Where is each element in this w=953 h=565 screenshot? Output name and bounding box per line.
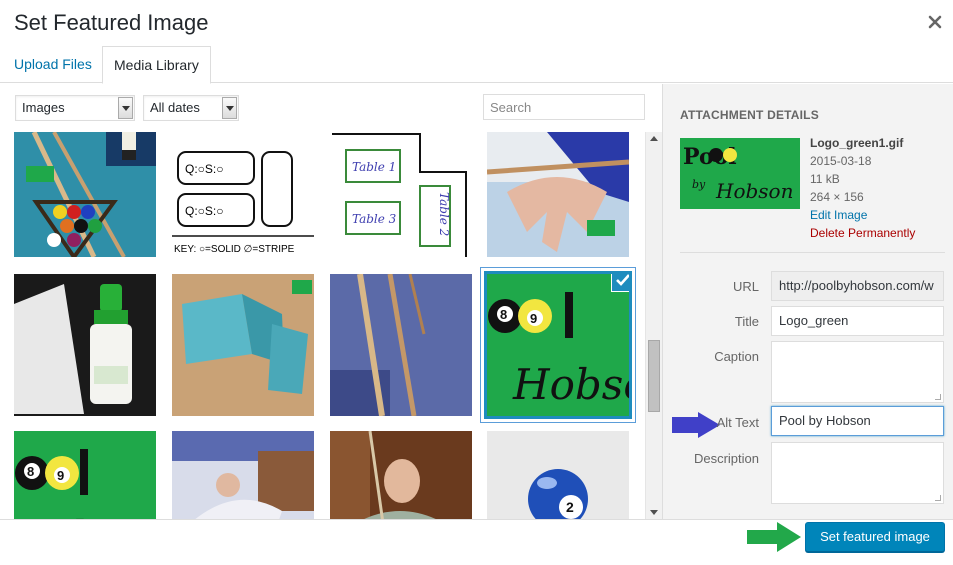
description-field[interactable] — [771, 442, 944, 504]
alt-text-label: Alt Text — [716, 415, 759, 430]
close-icon[interactable] — [925, 12, 945, 32]
pool-by-hobson-logo: 8 9 Hobson — [14, 431, 156, 519]
table-1-label: Table 1 — [352, 160, 396, 174]
two-ball-image: 2 — [487, 431, 629, 519]
table-3-label: Table 3 — [352, 212, 397, 226]
divider — [680, 252, 945, 253]
hand-glove-photo — [487, 132, 629, 257]
chevron-down-icon — [118, 97, 133, 119]
attachment-thumbnail[interactable] — [172, 431, 314, 519]
scroll-down-icon[interactable] — [646, 505, 662, 519]
ball-number: 2 — [566, 499, 574, 515]
attachment-dimensions: 264 × 156 — [810, 190, 864, 204]
pool-rack-photo — [14, 132, 156, 257]
player-photo — [172, 431, 314, 519]
media-type-select[interactable]: Images — [15, 95, 135, 121]
attachment-thumbnail[interactable] — [487, 132, 629, 257]
attachment-thumbnail[interactable]: 8 9 Hobson — [14, 431, 156, 519]
attachment-details-heading: ATTACHMENT DETAILS — [680, 108, 819, 122]
chalk-boxes-photo — [172, 274, 314, 416]
logo-script: Hobson — [715, 179, 793, 203]
media-grid-scrollbar[interactable] — [645, 132, 662, 519]
caption-label: Caption — [714, 349, 759, 364]
nine-ball-number: 9 — [530, 311, 537, 326]
selected-check-icon[interactable] — [611, 274, 629, 292]
nine-ball-number: 9 — [57, 468, 64, 483]
modal-title: Set Featured Image — [14, 10, 209, 35]
media-type-selected: Images — [22, 100, 65, 115]
attachment-thumbnail[interactable] — [330, 431, 472, 519]
date-filter-select[interactable]: All dates — [143, 95, 239, 121]
scroll-up-icon[interactable] — [646, 132, 662, 146]
attachment-thumbnail[interactable]: Table 1 Table 3 Table 2 — [330, 132, 472, 257]
attachment-thumbnail[interactable]: Q:○S:○ Q:○S:○ KEY: ○=SOLID ∅=STRIPE — [172, 132, 314, 257]
resize-handle-icon[interactable] — [935, 394, 941, 400]
table-2-label: Table 2 — [437, 192, 451, 236]
description-label: Description — [693, 451, 759, 466]
eight-ball-number: 8 — [27, 464, 34, 479]
table-layout-image: Table 1 Table 3 Table 2 — [330, 132, 472, 257]
diagram-row-label: Q:○S:○ — [185, 162, 224, 176]
attachment-thumbnail-selected[interactable]: 8 9 Hobson — [484, 271, 632, 419]
chevron-down-icon — [222, 97, 237, 119]
attachment-size: 11 kB — [810, 172, 840, 186]
green-arrow-icon — [747, 522, 801, 552]
tab-media-library[interactable]: Media Library — [102, 46, 211, 84]
date-filter-selected: All dates — [150, 100, 200, 115]
set-featured-image-button[interactable]: Set featured image — [805, 522, 945, 552]
attachment-meta: Logo_green1.gif 2015-03-18 11 kB 264 × 1… — [810, 134, 915, 242]
delete-permanently-link[interactable]: Delete Permanently — [810, 224, 915, 242]
resize-handle-icon[interactable] — [935, 495, 941, 501]
diagram-row-label: Q:○S:○ — [185, 204, 224, 218]
score-diagram-image: Q:○S:○ Q:○S:○ KEY: ○=SOLID ∅=STRIPE — [172, 132, 314, 257]
edit-image-link[interactable]: Edit Image — [810, 206, 915, 224]
url-label: URL — [732, 279, 759, 294]
pool-by-hobson-logo: 8 9 Hobson — [487, 274, 629, 416]
logo-script: Hobson — [512, 360, 629, 409]
search-input[interactable] — [483, 94, 645, 120]
cue-sticks-photo — [330, 274, 472, 416]
title-label: Title — [734, 314, 759, 329]
diagram-key: KEY: ○=SOLID ∅=STRIPE — [174, 244, 295, 255]
chalk-bottle-photo — [14, 274, 156, 416]
attachment-thumbnail[interactable]: 2 — [487, 431, 629, 519]
attachment-date: 2015-03-18 — [810, 154, 872, 168]
man-portrait-photo — [330, 431, 472, 519]
logo-script: Hobson — [14, 512, 156, 519]
attachment-thumbnail[interactable] — [330, 274, 472, 416]
media-grid: Q:○S:○ Q:○S:○ KEY: ○=SOLID ∅=STRIPE Tabl… — [0, 132, 645, 519]
title-field[interactable]: Logo_green — [771, 306, 944, 336]
scrollbar-thumb[interactable] — [648, 340, 660, 412]
attachment-thumbnail[interactable] — [172, 274, 314, 416]
attachment-thumbnail[interactable] — [14, 132, 156, 257]
logo-by: by — [692, 178, 706, 191]
modal-tabs: Upload Files Media Library — [0, 46, 953, 84]
alt-text-field[interactable]: Pool by Hobson — [771, 406, 944, 436]
tab-upload-files[interactable]: Upload Files — [3, 46, 103, 83]
url-field[interactable]: http://poolbyhobson.com/w — [771, 271, 944, 301]
caption-field[interactable] — [771, 341, 944, 403]
attachment-thumbnail[interactable] — [14, 274, 156, 416]
attachment-preview: Pool by Hobson — [680, 138, 800, 209]
attachment-filename: Logo_green1.gif — [810, 136, 904, 150]
eight-ball-number: 8 — [500, 307, 507, 322]
